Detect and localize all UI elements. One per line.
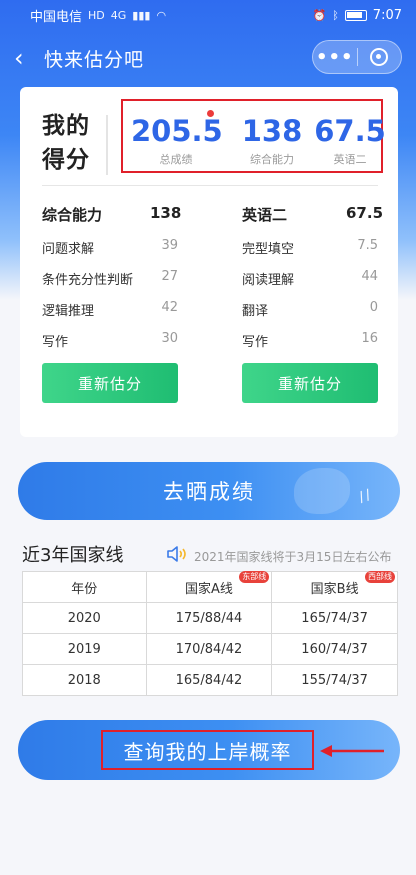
item-label: 翻译 [242, 304, 269, 319]
header-line-a: 国家A线 东部线 [145, 571, 273, 603]
target-icon [370, 48, 389, 66]
mini-program-capsule: ••• [312, 40, 402, 74]
cell-year: 2018 [22, 664, 147, 696]
subject-heading-english: 英语二 67.5 [242, 204, 383, 225]
carrier-label: 中国电信 [30, 9, 83, 25]
my-score-line2: 得分 [42, 147, 90, 173]
hd-icon: HD [88, 8, 105, 22]
status-bar: 中国电信 HD 4G ▮▮▮ ◠ ⏰ ᛒ 7:07 [0, 0, 416, 30]
item-label: 阅读理解 [242, 273, 295, 288]
new-dot-badge [207, 110, 214, 117]
total-score-value: 205.5 [131, 114, 223, 148]
page-title: 快来估分吧 [44, 48, 145, 71]
national-line-note: 2021年国家线将于3月15日左右公布 [194, 550, 392, 564]
item-label: 写作 [242, 335, 269, 350]
item-score: 39 [161, 238, 178, 253]
table-row: 2018 165/84/42 155/74/37 [22, 664, 398, 696]
english-score-value: 67.5 [314, 114, 386, 148]
battery-icon [344, 9, 367, 21]
my-score-line1: 我的 [42, 113, 90, 139]
comprehensive-score-label: 综合能力 [250, 153, 294, 166]
item-score: 16 [361, 331, 378, 346]
english-score: 67.5 英语二 [313, 115, 387, 167]
total-score: 205.5 总成绩 [131, 114, 223, 167]
re-estimate-english-button[interactable]: 重新估分 [242, 363, 378, 403]
item-label: 写作 [42, 335, 69, 350]
hand-illustration [294, 468, 350, 514]
table-header-row: 年份 国家A线 东部线 国家B线 西部线 [22, 571, 398, 603]
cell-line-b: 165/74/37 [271, 602, 398, 634]
wifi-icon: ◠ [156, 8, 167, 22]
share-score-label: 去晒成绩 [163, 480, 255, 504]
more-menu-button[interactable]: ••• [313, 47, 357, 68]
score-summary-highlight: 205.5 总成绩 138 综合能力 67.5 英语二 [121, 99, 386, 173]
score-card: 我的 得分 205.5 总成绩 138 综合能力 67.5 英语二 综合能力 1… [20, 87, 398, 437]
national-line-title: 近3年国家线 [22, 545, 124, 566]
alarm-icon: ⏰ [312, 8, 327, 22]
east-tag: 东部线 [239, 571, 270, 583]
network-label: 4G [110, 8, 127, 22]
table-row: 2019 170/84/42 160/74/37 [22, 633, 398, 665]
red-arrow-icon [320, 745, 384, 757]
item-score: 42 [161, 300, 178, 315]
subject-name: 英语二 [242, 206, 288, 224]
back-arrow-icon[interactable]: ‹ [14, 46, 44, 70]
heading-divider [106, 115, 108, 175]
total-score-label: 总成绩 [159, 153, 193, 166]
item-score: 0 [369, 300, 378, 315]
item-score: 27 [161, 269, 178, 284]
close-program-button[interactable] [357, 48, 401, 66]
signal-icon: ▮▮▮ [132, 8, 151, 22]
cell-line-b: 160/74/37 [271, 633, 398, 665]
subject-total: 138 [150, 204, 182, 222]
subject-name: 综合能力 [42, 206, 103, 224]
header-line-b: 国家B线 西部线 [271, 571, 398, 603]
query-probability-label[interactable]: 查询我的上岸概率 [101, 730, 314, 770]
my-score-heading: 我的 得分 [42, 109, 108, 177]
header-line-b-label: 国家B线 [310, 581, 359, 597]
comprehensive-score-value: 138 [241, 114, 303, 148]
cell-line-b: 155/74/37 [271, 664, 398, 696]
cell-line-a: 170/84/42 [145, 633, 273, 665]
card-divider [42, 185, 378, 186]
comprehensive-score: 138 综合能力 [227, 115, 317, 167]
item-score: 7.5 [357, 238, 378, 253]
item-label: 条件充分性判断 [42, 273, 134, 288]
national-line-table: 年份 国家A线 东部线 国家B线 西部线 2020 175/88/44 165/… [22, 571, 398, 696]
speaker-icon [167, 546, 186, 562]
item-label: 逻辑推理 [42, 304, 95, 319]
nav-bar: ‹ 快来估分吧 ••• [0, 38, 416, 78]
table-row: 2020 175/88/44 165/74/37 [22, 602, 398, 634]
header-line-a-label: 国家A线 [184, 581, 233, 597]
item-label: 问题求解 [42, 242, 95, 257]
share-score-button[interactable]: 去晒成绩 // [18, 462, 400, 520]
bluetooth-icon: ᛒ [332, 8, 339, 22]
subject-total: 67.5 [346, 204, 384, 222]
item-label: 完型填空 [242, 242, 295, 257]
sparkle-icon: // [356, 486, 375, 506]
header-year: 年份 [22, 571, 147, 603]
west-tag: 西部线 [365, 571, 395, 583]
re-estimate-comprehensive-button[interactable]: 重新估分 [42, 363, 178, 403]
item-score: 30 [161, 331, 178, 346]
cell-year: 2020 [22, 602, 147, 634]
item-score: 44 [361, 269, 378, 284]
cell-line-a: 175/88/44 [145, 602, 273, 634]
cell-year: 2019 [22, 633, 147, 665]
cell-line-a: 165/84/42 [145, 664, 273, 696]
clock: 7:07 [372, 7, 402, 23]
subject-heading-comprehensive: 综合能力 138 [42, 204, 181, 225]
english-score-label: 英语二 [333, 153, 367, 166]
